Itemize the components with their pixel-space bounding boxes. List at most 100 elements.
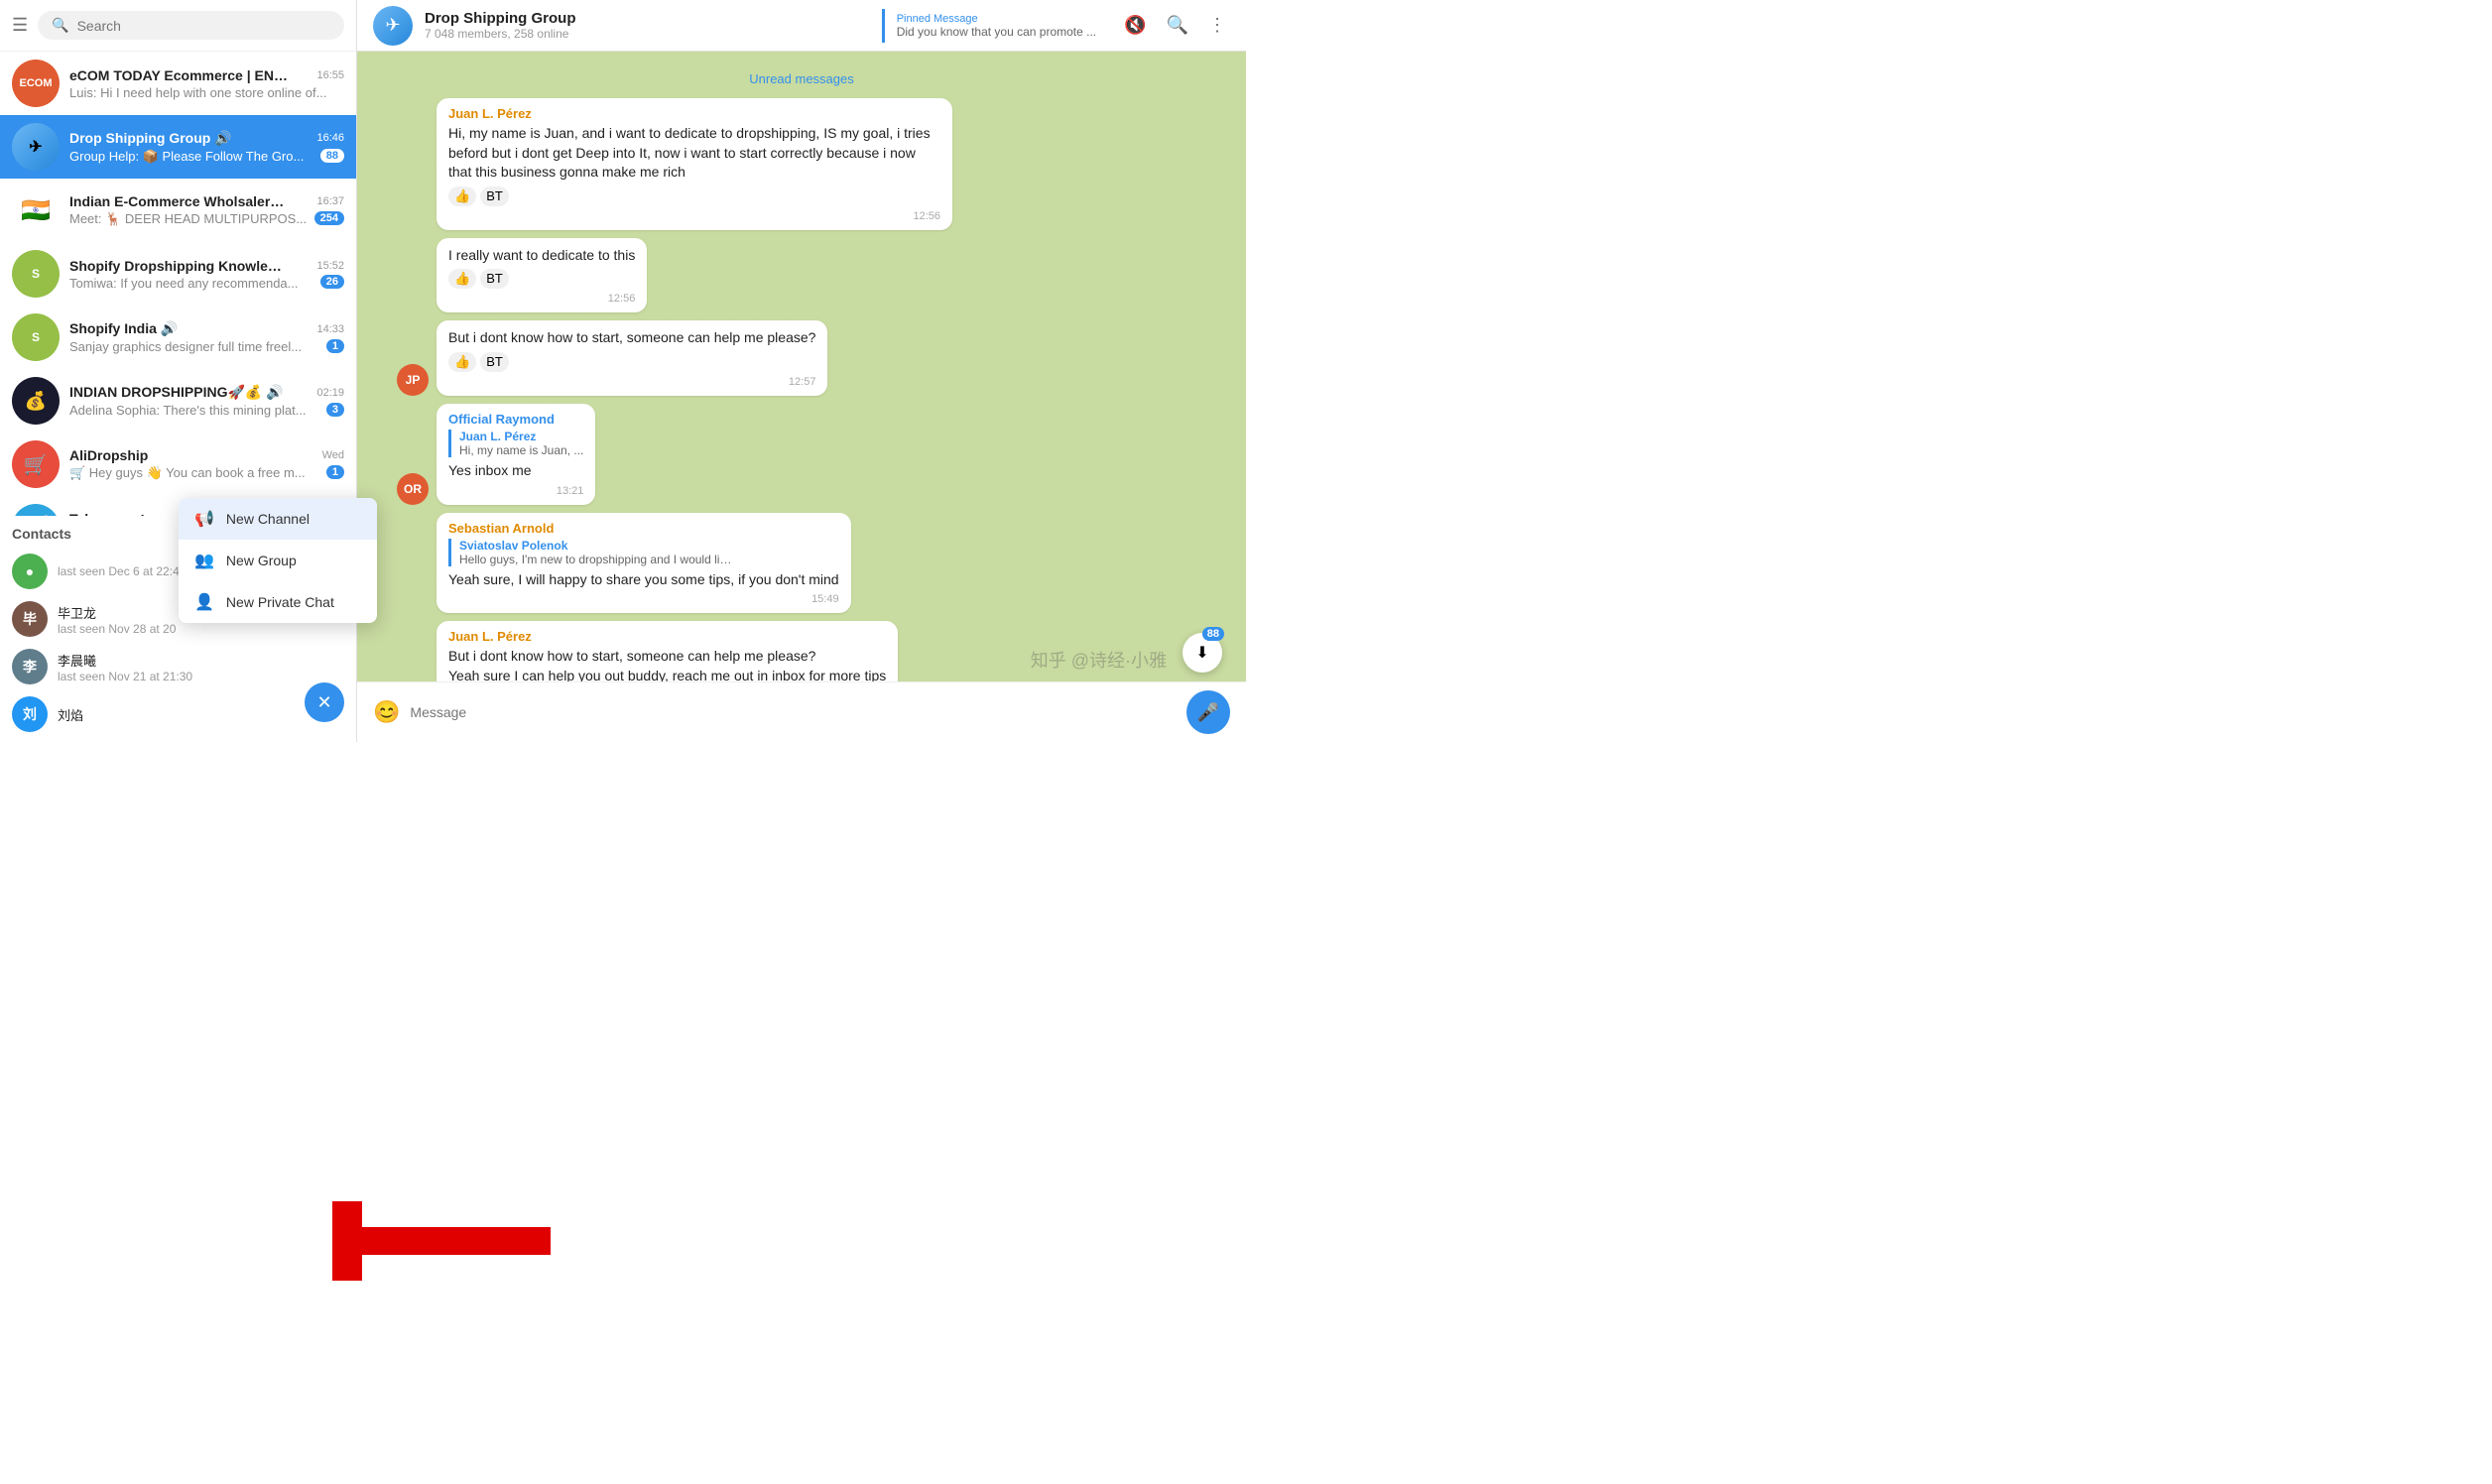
reply-name: Juan L. Pérez — [459, 430, 583, 443]
sidebar: ☰ 🔍 ECOM eCOM TODAY Ecommerce | ENG C...… — [0, 0, 357, 742]
reply-name: Sviatoslav Polenok — [459, 539, 839, 553]
avatar: ✈️ — [12, 504, 60, 516]
chat-header: ✈ Drop Shipping Group 7 048 members, 258… — [357, 0, 1246, 52]
msg-avatar: JP — [397, 364, 429, 396]
avatar: 刘 — [12, 696, 48, 732]
group-members: 7 048 members, 258 online — [425, 27, 870, 41]
contact-status: last seen Dec 6 at 22:42 — [58, 564, 186, 578]
msg-sender: Sebastian Arnold — [448, 521, 839, 536]
chat-item-indian[interactable]: 🇮🇳 Indian E-Commerce Wholsaler B2... 16:… — [0, 179, 356, 242]
chat-item-dropship[interactable]: ✈ Drop Shipping Group 🔊 16:46 Group Help… — [0, 115, 356, 179]
chat-item-ecom[interactable]: ECOM eCOM TODAY Ecommerce | ENG C... 16:… — [0, 52, 356, 115]
msg-sender: Juan L. Pérez — [448, 106, 940, 121]
chat-time: 16:55 — [316, 69, 344, 81]
msg-time: 12:56 — [448, 293, 635, 305]
chat-item-shopify_india[interactable]: S Shopify India 🔊 14:33 Sanjay graphics … — [0, 306, 356, 369]
avatar: ECOM — [12, 60, 60, 107]
message-input[interactable] — [410, 704, 1177, 720]
msg-text: Hi, my name is Juan, and i want to dedic… — [448, 124, 940, 183]
chat-item-shopify_drop[interactable]: S Shopify Dropshipping Knowledge ... 15:… — [0, 242, 356, 306]
scroll-down-button[interactable]: 88 ⬇ — [1183, 633, 1222, 673]
message-m2: I really want to dedicate to this 👍BT 12… — [397, 238, 1206, 313]
reply-bar: Sviatoslav Polenok Hello guys, I'm new t… — [448, 539, 839, 566]
menu-label-new_private: New Private Chat — [226, 594, 334, 610]
chat-item-indian_drop[interactable]: 💰 INDIAN DROPSHIPPING🚀💰 🔊 02:19 Adelina … — [0, 369, 356, 433]
chat-info: Shopify Dropshipping Knowledge ... 15:52… — [69, 258, 344, 291]
msg-reactions: 👍BT — [448, 186, 940, 206]
menu-label-new_channel: New Channel — [226, 511, 310, 527]
reaction: 👍 — [448, 186, 476, 206]
chat-preview: 🛒 Hey guys 👋 You can book a free m... — [69, 465, 306, 481]
unread-badge: 88 — [320, 149, 344, 163]
chat-time: Wed — [322, 449, 344, 461]
contact-item-c3[interactable]: 李 李晨曦 last seen Nov 21 at 21:30 — [12, 643, 344, 690]
chat-preview: Group Help: 📦 Please Follow The Gro... — [69, 149, 304, 165]
avatar: 🛒 — [12, 440, 60, 488]
chat-name: eCOM TODAY Ecommerce | ENG C... — [69, 67, 288, 83]
msg-avatar: OR — [397, 473, 429, 505]
group-avatar: ✈ — [373, 6, 413, 46]
pinned-text: Did you know that you can promote ... — [897, 25, 1096, 39]
menu-icon-new_group: 👥 — [194, 551, 214, 570]
avatar: S — [12, 250, 60, 298]
chat-name: Telegram ✓ — [69, 511, 146, 516]
avatar: 李 — [12, 649, 48, 684]
menu-item-new_channel[interactable]: 📢 New Channel — [179, 498, 377, 540]
chat-item-alidrop[interactable]: 🛒 AliDropship Wed 🛒 Hey guys 👋 You can b… — [0, 433, 356, 496]
scroll-badge: 88 — [1202, 627, 1224, 641]
reply-text: Hello guys, I'm new to dropshipping and … — [459, 553, 737, 566]
msg-bubble: Juan L. Pérez But i dont know how to sta… — [436, 621, 898, 681]
chat-time: 15:52 — [316, 260, 344, 272]
hamburger-icon[interactable]: ☰ — [12, 15, 28, 36]
chat-preview: Adelina Sophia: There's this mining plat… — [69, 403, 307, 418]
msg-reactions: 👍BT — [448, 269, 635, 289]
msg-bubble: Official Raymond Juan L. Pérez Hi, my na… — [436, 404, 595, 505]
pinned-label: Pinned Message — [897, 13, 1096, 25]
msg-bubble: Sebastian Arnold Sviatoslav Polenok Hell… — [436, 513, 851, 614]
unread-divider: Unread messages — [397, 71, 1206, 86]
close-contacts-button[interactable]: ✕ — [305, 682, 344, 722]
chat-preview: Tomiwa: If you need any recommenda... — [69, 276, 299, 291]
chat-name: Shopify India 🔊 — [69, 320, 178, 337]
unread-badge: 1 — [326, 339, 344, 353]
menu-item-new_group[interactable]: 👥 New Group — [179, 540, 377, 581]
reply-text: Hi, my name is Juan, ... — [459, 443, 583, 457]
contact-status: last seen Nov 28 at 20 — [58, 622, 176, 636]
context-menu: 📢 New Channel 👥 New Group 👤 New Private … — [179, 498, 377, 623]
search-box[interactable]: 🔍 — [38, 11, 344, 40]
chat-name: Drop Shipping Group 🔊 — [69, 130, 232, 147]
message-m4: OR Official Raymond Juan L. Pérez Hi, my… — [397, 404, 1206, 505]
msg-text: But i dont know how to start, someone ca… — [448, 328, 815, 348]
search-input[interactable] — [77, 18, 330, 34]
contact-info: 刘焰 — [58, 705, 83, 724]
msg-time: 13:21 — [448, 485, 583, 497]
group-info: Drop Shipping Group 7 048 members, 258 o… — [425, 10, 870, 41]
search-icon: 🔍 — [52, 17, 68, 34]
chat-preview: Meet: 🦌 DEER HEAD MULTIPURPOS... — [69, 211, 307, 227]
msg-time: 12:57 — [448, 376, 815, 388]
msg-text: Yeah sure, I will happy to share you som… — [448, 570, 839, 590]
chat-name: AliDropship — [69, 447, 148, 463]
contact-info: 李晨曦 last seen Nov 21 at 21:30 — [58, 651, 192, 683]
chat-info: eCOM TODAY Ecommerce | ENG C... 16:55 Lu… — [69, 67, 344, 100]
menu-item-new_private[interactable]: 👤 New Private Chat — [179, 581, 377, 623]
message-m5: Sebastian Arnold Sviatoslav Polenok Hell… — [397, 513, 1206, 614]
unread-badge: 1 — [326, 465, 344, 479]
message-m6: Juan L. Pérez But i dont know how to sta… — [397, 621, 1206, 681]
more-options-icon[interactable]: ⋮ — [1204, 11, 1230, 40]
contact-item-c4[interactable]: 刘 刘焰 — [12, 690, 344, 738]
emoji-button[interactable]: 😊 — [373, 699, 400, 725]
search-chat-icon[interactable]: 🔍 — [1163, 11, 1192, 40]
pinned-message[interactable]: Pinned Message Did you know that you can… — [882, 9, 1108, 43]
messages-area: Unread messages Juan L. Pérez Hi, my nam… — [357, 52, 1246, 681]
mic-button[interactable]: 🎤 — [1186, 690, 1230, 734]
input-area: 😊 🎤 — [357, 681, 1246, 742]
chat-time: 14:33 — [316, 323, 344, 335]
chat-name: INDIAN DROPSHIPPING🚀💰 🔊 — [69, 384, 284, 401]
mute-icon[interactable]: 🔇 — [1120, 11, 1150, 40]
chat-info: Indian E-Commerce Wholsaler B2... 16:37 … — [69, 193, 344, 227]
reaction: 👍 — [448, 269, 476, 289]
reaction: BT — [480, 186, 509, 206]
avatar: 毕 — [12, 601, 48, 637]
reaction: BT — [480, 269, 509, 289]
